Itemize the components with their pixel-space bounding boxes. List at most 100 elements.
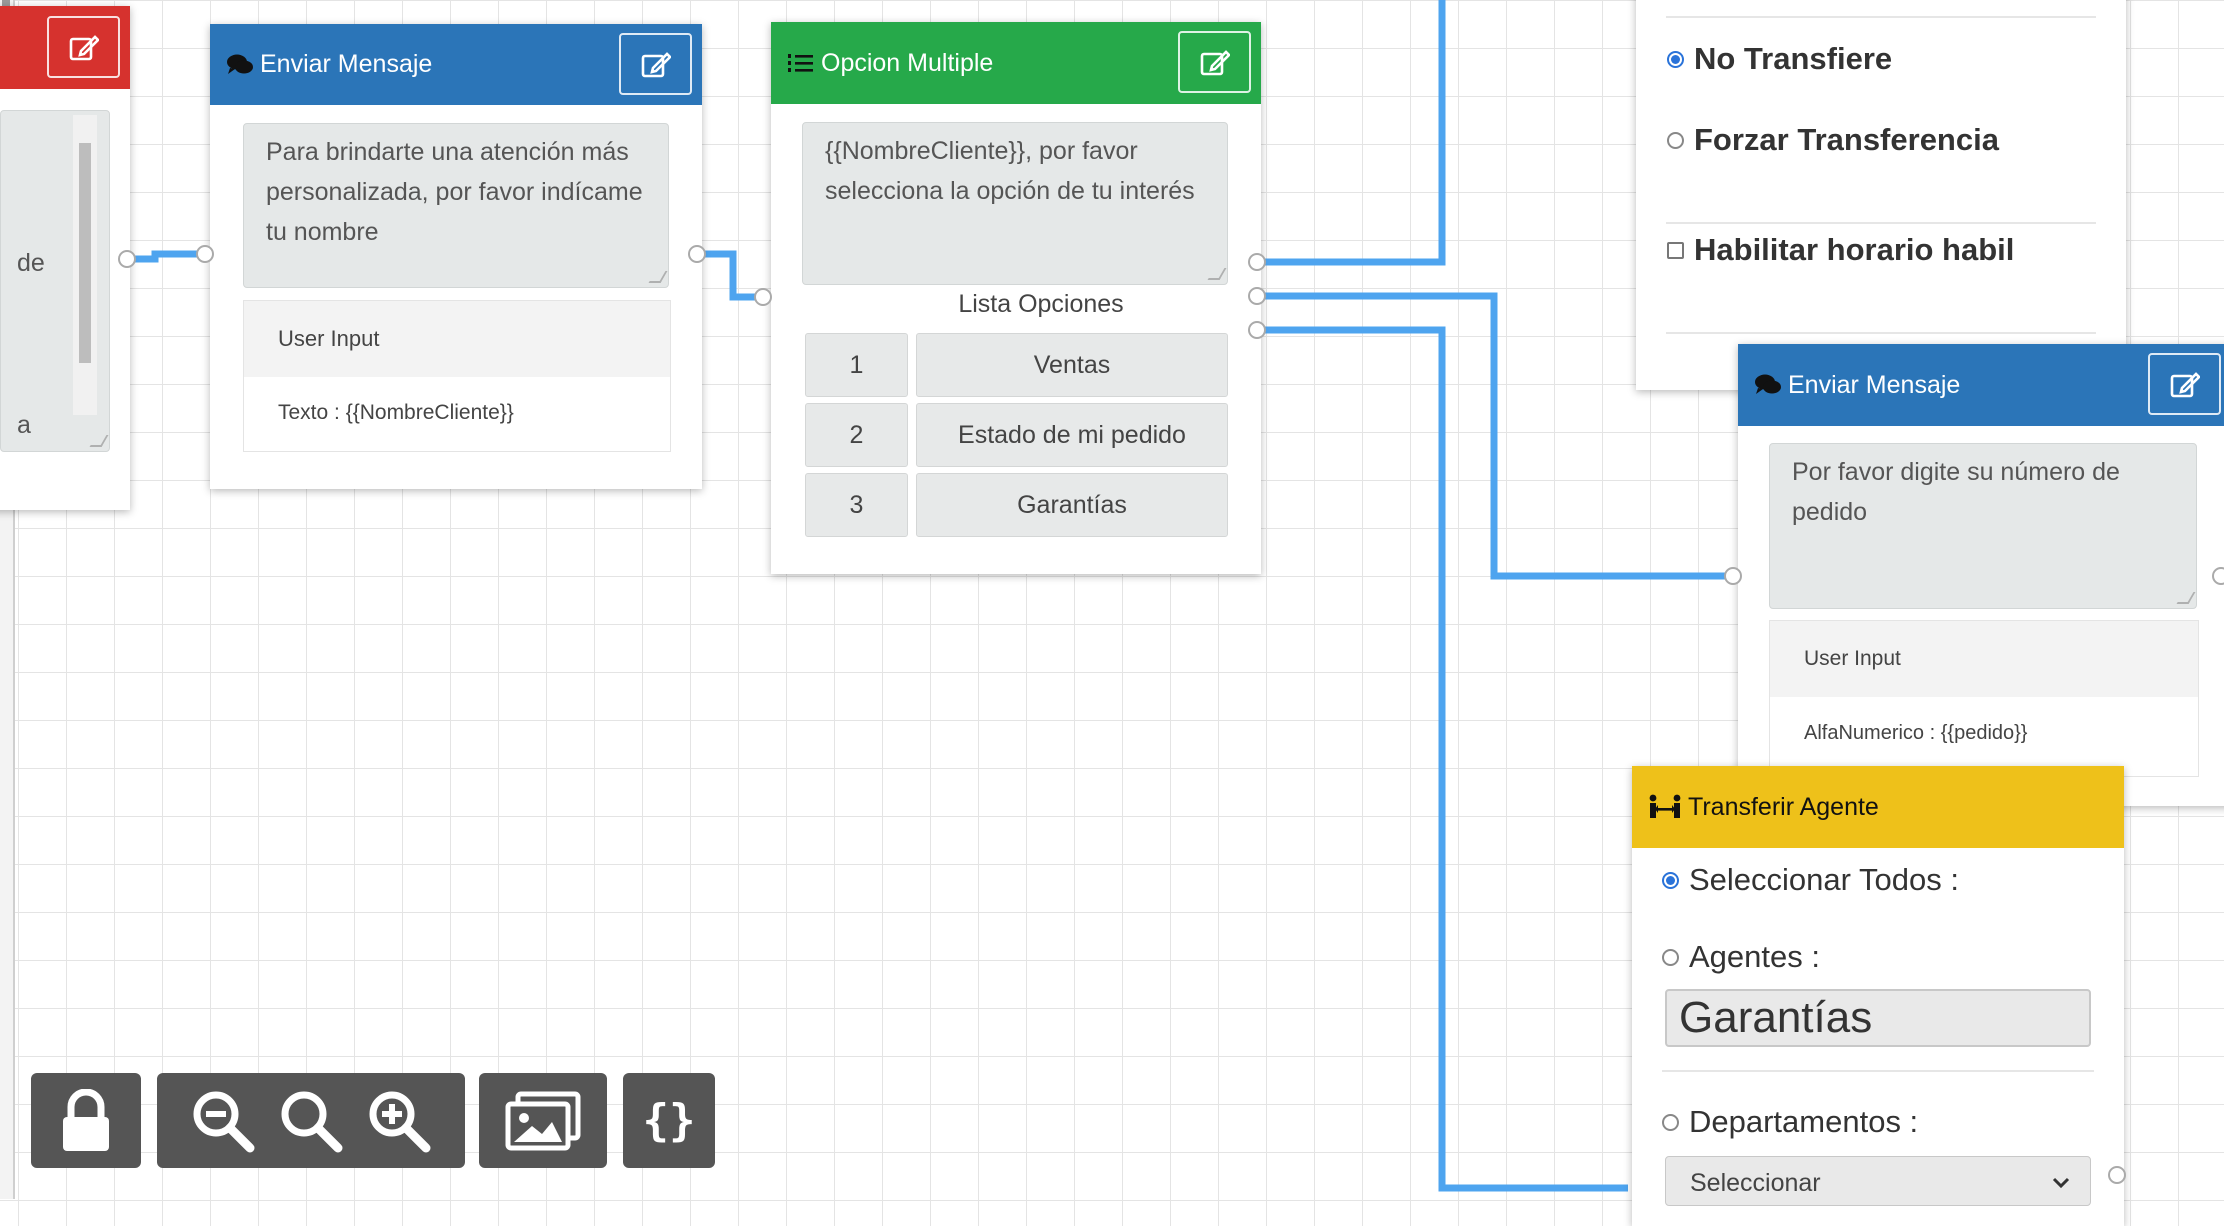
zoom-controls bbox=[157, 1073, 465, 1168]
message-text: Para brindarte una atención más personal… bbox=[266, 138, 643, 246]
select-all-label: Seleccionar Todos : bbox=[1689, 862, 1959, 897]
lock-button[interactable] bbox=[31, 1073, 141, 1168]
transfer-agent-node[interactable]: Transferir Agente Seleccionar Todos : Ag… bbox=[1632, 766, 2124, 1226]
left-node-output-port[interactable] bbox=[118, 250, 136, 268]
option-1-output-port[interactable] bbox=[1248, 253, 1266, 271]
message-textarea[interactable]: Por favor digite su número de pedido bbox=[1769, 443, 2197, 609]
edit-button[interactable] bbox=[2148, 353, 2221, 415]
no-transfer-label: No Transfiere bbox=[1694, 41, 1893, 76]
settings-panel-node[interactable]: No Transfiere Forzar Transferencia Habil… bbox=[1636, 0, 2126, 390]
node-title: Enviar Mensaje bbox=[1788, 370, 1961, 399]
node-header: Transferir Agente bbox=[1632, 766, 2124, 848]
inner-scrollbar-thumb[interactable] bbox=[79, 143, 91, 363]
send1-input-port[interactable] bbox=[196, 245, 214, 263]
node-header: Enviar Mensaje bbox=[210, 24, 702, 105]
separator bbox=[1666, 16, 2096, 18]
message-textarea[interactable]: {{NombreCliente}}, por favor selecciona … bbox=[802, 122, 1228, 285]
options-list-label: Lista Opciones bbox=[958, 290, 1124, 318]
force-transfer-option[interactable]: Forzar Transferencia bbox=[1667, 122, 1999, 158]
send1-output-port[interactable] bbox=[688, 245, 706, 263]
message-text: {{NombreCliente}}, por favor selecciona … bbox=[825, 137, 1195, 205]
departments-option[interactable]: Departamentos : bbox=[1662, 1104, 1918, 1140]
option-label[interactable]: Ventas bbox=[916, 333, 1228, 397]
user-input-box: User Input Texto : {{NombreCliente}} bbox=[243, 300, 671, 452]
send2-output-port[interactable] bbox=[2212, 567, 2224, 585]
node-title: Transferir Agente bbox=[1688, 792, 1879, 821]
option-label[interactable]: Estado de mi pedido bbox=[916, 403, 1228, 467]
node-title: Opcion Multiple bbox=[821, 48, 994, 77]
resize-handle[interactable] bbox=[648, 271, 668, 283]
option-number: 2 bbox=[805, 403, 908, 467]
braces-icon: {} bbox=[642, 1095, 696, 1146]
radio-selected[interactable] bbox=[1662, 871, 1679, 889]
resize-handle[interactable] bbox=[2176, 592, 2196, 604]
multiple-option-node[interactable]: Opcion Multiple {{NombreCliente}}, por f… bbox=[771, 22, 1261, 574]
message-text: Por favor digite su número de pedido bbox=[1792, 458, 2120, 526]
option-number: 1 bbox=[805, 333, 908, 397]
separator bbox=[1662, 1070, 2094, 1072]
wire-send1-to-options bbox=[697, 250, 765, 301]
left-node-text-1: de bbox=[17, 249, 45, 277]
user-input-value: Texto : {{NombreCliente}} bbox=[278, 401, 514, 424]
agents-label: Agentes : bbox=[1689, 939, 1820, 974]
edit-button[interactable] bbox=[47, 16, 120, 78]
wire-option1-up bbox=[1257, 0, 1446, 266]
list-ol-icon bbox=[788, 54, 813, 72]
send2-input-port[interactable] bbox=[1724, 567, 1742, 585]
wire-option3-to-transfer bbox=[1257, 326, 1628, 1192]
no-transfer-option[interactable]: No Transfiere bbox=[1667, 41, 1892, 77]
comments-icon bbox=[1755, 374, 1781, 394]
lock-icon bbox=[63, 1088, 109, 1151]
radio-unselected[interactable] bbox=[1662, 1113, 1679, 1131]
people-arrows-icon bbox=[1649, 794, 1681, 818]
send-message-node-1[interactable]: Enviar Mensaje Para brindarte una atenci… bbox=[210, 24, 702, 489]
business-hours-option[interactable]: Habilitar horario habil bbox=[1667, 232, 2014, 268]
left-node-header bbox=[0, 6, 130, 89]
user-input-title: User Input bbox=[244, 301, 670, 377]
edit-button[interactable] bbox=[1178, 31, 1251, 93]
agents-option[interactable]: Agentes : bbox=[1662, 939, 1820, 975]
zoom-reset-icon[interactable] bbox=[278, 1088, 344, 1154]
inner-scrollbar[interactable] bbox=[73, 115, 97, 415]
option-label[interactable]: Garantías bbox=[916, 473, 1228, 537]
user-input-value: AlfaNumerico : {{pedido}} bbox=[1804, 722, 2028, 744]
resize-handle[interactable] bbox=[1207, 268, 1227, 280]
resize-handle[interactable] bbox=[89, 435, 109, 447]
edit-icon bbox=[69, 35, 99, 61]
left-partial-node[interactable]: de a bbox=[0, 6, 130, 510]
node-header: Opcion Multiple bbox=[771, 22, 1261, 104]
export-image-button[interactable] bbox=[479, 1073, 607, 1168]
radio-unselected[interactable] bbox=[1667, 131, 1684, 149]
left-node-message[interactable]: de a bbox=[0, 110, 110, 452]
radio-selected[interactable] bbox=[1667, 50, 1684, 68]
send-message-node-2[interactable]: Enviar Mensaje Por favor digite su númer… bbox=[1738, 344, 2224, 806]
edit-icon bbox=[641, 52, 671, 78]
checkbox[interactable] bbox=[1667, 241, 1684, 259]
image-icon bbox=[505, 1091, 581, 1150]
separator bbox=[1666, 332, 2096, 334]
option-3-output-port[interactable] bbox=[1248, 321, 1266, 339]
chevron-down-icon bbox=[2052, 1177, 2070, 1189]
edit-icon bbox=[2170, 372, 2200, 398]
user-input-title: User Input bbox=[1770, 621, 2198, 697]
separator bbox=[1666, 222, 2096, 224]
node-header: Enviar Mensaje bbox=[1738, 344, 2224, 426]
node-title: Enviar Mensaje bbox=[260, 50, 433, 78]
option-2-output-port[interactable] bbox=[1248, 287, 1266, 305]
departments-label: Departamentos : bbox=[1689, 1104, 1919, 1139]
business-hours-label: Habilitar horario habil bbox=[1694, 232, 2015, 267]
radio-unselected[interactable] bbox=[1662, 948, 1679, 966]
agents-input[interactable]: Garantías bbox=[1665, 989, 2091, 1047]
select-all-option[interactable]: Seleccionar Todos : bbox=[1662, 862, 1959, 898]
left-node-text-2: a bbox=[17, 411, 31, 439]
force-transfer-label: Forzar Transferencia bbox=[1694, 122, 1999, 157]
zoom-in-icon[interactable] bbox=[366, 1088, 432, 1154]
zoom-out-icon[interactable] bbox=[190, 1088, 256, 1154]
user-input-box: User Input AlfaNumerico : {{pedido}} bbox=[1769, 620, 2199, 777]
edit-button[interactable] bbox=[619, 33, 692, 95]
departments-select-value: Seleccionar bbox=[1690, 1169, 1821, 1197]
options-input-port[interactable] bbox=[754, 288, 772, 306]
transfer-output-port[interactable] bbox=[2108, 1166, 2126, 1184]
export-json-button[interactable]: {} bbox=[623, 1073, 715, 1168]
message-textarea[interactable]: Para brindarte una atención más personal… bbox=[243, 123, 669, 288]
